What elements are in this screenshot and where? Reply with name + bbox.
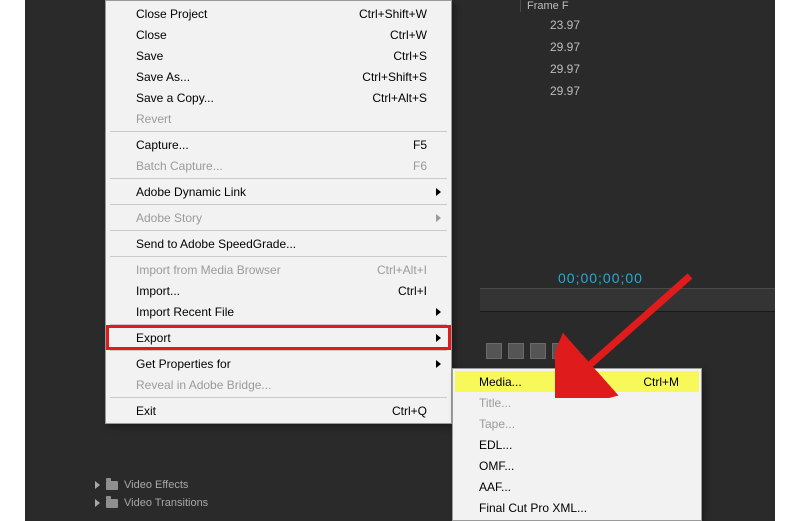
fps-value: 29.97 xyxy=(520,58,580,80)
submenu-item-label: Media... xyxy=(479,375,643,389)
fps-value: 29.97 xyxy=(520,36,580,58)
export-submenu[interactable]: Media...Ctrl+M Title... Tape... EDL... OMF..… xyxy=(452,368,702,521)
submenu-arrow-icon xyxy=(436,334,441,342)
tree-item[interactable]: Video Effects xyxy=(95,476,208,494)
project-panel-tree: Video Effects Video Transitions xyxy=(95,476,208,512)
menu-item-exit[interactable]: ExitCtrl+Q xyxy=(108,400,449,421)
submenu-item-media[interactable]: Media...Ctrl+M xyxy=(455,371,699,392)
menu-item-shortcut: Ctrl+Alt+S xyxy=(372,91,427,105)
menu-item-import-recent-file[interactable]: Import Recent File xyxy=(108,301,449,322)
disclosure-arrow-icon xyxy=(95,499,100,507)
menu-item-revert: Revert xyxy=(108,108,449,129)
submenu-item-shortcut: Ctrl+M xyxy=(643,375,679,389)
submenu-item-label: EDL... xyxy=(479,438,679,452)
menu-item-save-as[interactable]: Save As...Ctrl+Shift+S xyxy=(108,66,449,87)
column-header-frame: Frame F xyxy=(520,0,569,12)
menu-item-shortcut: F6 xyxy=(413,159,427,173)
menu-item-label: Adobe Dynamic Link xyxy=(136,185,427,199)
menu-item-label: Adobe Story xyxy=(136,211,427,225)
menu-item-adobe-story: Adobe Story xyxy=(108,207,449,228)
submenu-item-label: Final Cut Pro XML... xyxy=(479,501,679,515)
submenu-arrow-icon xyxy=(436,308,441,316)
menu-item-capture[interactable]: Capture...F5 xyxy=(108,134,449,155)
menu-item-label: Revert xyxy=(136,112,427,126)
menu-item-shortcut: Ctrl+I xyxy=(398,284,427,298)
timeline-ruler[interactable] xyxy=(480,288,775,312)
submenu-item-edl[interactable]: EDL... xyxy=(455,434,699,455)
submenu-item-title: Title... xyxy=(455,392,699,413)
tool-icon[interactable] xyxy=(486,343,502,359)
submenu-arrow-icon xyxy=(436,214,441,222)
file-menu[interactable]: Close ProjectCtrl+Shift+WCloseCtrl+WSave… xyxy=(105,0,452,424)
tool-icon[interactable] xyxy=(508,343,524,359)
menu-item-close[interactable]: CloseCtrl+W xyxy=(108,24,449,45)
tree-item-label: Video Transitions xyxy=(124,494,208,512)
menu-item-shortcut: Ctrl+Shift+S xyxy=(362,70,427,84)
menu-item-shortcut: F5 xyxy=(413,138,427,152)
menu-item-label: Import Recent File xyxy=(136,305,427,319)
toolbar-icons xyxy=(480,340,786,362)
menu-item-label: Reveal in Adobe Bridge... xyxy=(136,378,427,392)
submenu-item-label: Tape... xyxy=(479,417,679,431)
menu-item-save[interactable]: SaveCtrl+S xyxy=(108,45,449,66)
menu-item-reveal-in-adobe-bridge: Reveal in Adobe Bridge... xyxy=(108,374,449,395)
menu-item-label: Save a Copy... xyxy=(136,91,372,105)
menu-item-shortcut: Ctrl+Q xyxy=(392,404,427,418)
menu-item-label: Exit xyxy=(136,404,392,418)
folder-icon xyxy=(106,481,118,490)
menu-item-label: Save xyxy=(136,49,393,63)
menu-item-shortcut: Ctrl+W xyxy=(390,28,427,42)
menu-item-shortcut: Ctrl+S xyxy=(393,49,427,63)
menu-item-label: Close Project xyxy=(136,7,359,21)
tool-icon[interactable] xyxy=(530,343,546,359)
menu-item-label: Import... xyxy=(136,284,398,298)
fps-value: 29.97 xyxy=(520,80,580,102)
menu-item-batch-capture: Batch Capture...F6 xyxy=(108,155,449,176)
submenu-item-tape: Tape... xyxy=(455,413,699,434)
menu-item-import-from-media-browser: Import from Media BrowserCtrl+Alt+I xyxy=(108,259,449,280)
fps-column: 23.97 29.97 29.97 29.97 xyxy=(520,14,580,102)
menu-item-get-properties-for[interactable]: Get Properties for xyxy=(108,353,449,374)
menu-item-send-to-adobe-speedgrade[interactable]: Send to Adobe SpeedGrade... xyxy=(108,233,449,254)
submenu-item-aaf[interactable]: AAF... xyxy=(455,476,699,497)
submenu-item-label: AAF... xyxy=(479,480,679,494)
submenu-item-label: OMF... xyxy=(479,459,679,473)
menu-item-export[interactable]: Export xyxy=(108,327,449,348)
menu-item-label: Batch Capture... xyxy=(136,159,413,173)
submenu-arrow-icon xyxy=(436,188,441,196)
disclosure-arrow-icon xyxy=(95,481,100,489)
menu-item-shortcut: Ctrl+Alt+I xyxy=(377,263,427,277)
menu-item-label: Import from Media Browser xyxy=(136,263,377,277)
menu-item-shortcut: Ctrl+Shift+W xyxy=(359,7,427,21)
tree-item-label: Video Effects xyxy=(124,476,188,494)
submenu-arrow-icon xyxy=(436,360,441,368)
menu-item-label: Save As... xyxy=(136,70,362,84)
menu-item-label: Export xyxy=(136,331,427,345)
menu-item-save-a-copy[interactable]: Save a Copy...Ctrl+Alt+S xyxy=(108,87,449,108)
submenu-item-omf[interactable]: OMF... xyxy=(455,455,699,476)
menu-item-label: Capture... xyxy=(136,138,413,152)
submenu-item-label: Title... xyxy=(479,396,679,410)
tree-item[interactable]: Video Transitions xyxy=(95,494,208,512)
timecode-display: 00;00;00;00 xyxy=(558,270,643,286)
menu-item-label: Get Properties for xyxy=(136,357,427,371)
menu-item-label: Send to Adobe SpeedGrade... xyxy=(136,237,427,251)
folder-icon xyxy=(106,499,118,508)
fps-value: 23.97 xyxy=(520,14,580,36)
tool-icon[interactable] xyxy=(552,343,568,359)
menu-item-close-project[interactable]: Close ProjectCtrl+Shift+W xyxy=(108,3,449,24)
menu-item-label: Close xyxy=(136,28,390,42)
menu-item-adobe-dynamic-link[interactable]: Adobe Dynamic Link xyxy=(108,181,449,202)
menu-item-import[interactable]: Import...Ctrl+I xyxy=(108,280,449,301)
submenu-item-final-cut-pro-xml[interactable]: Final Cut Pro XML... xyxy=(455,497,699,518)
